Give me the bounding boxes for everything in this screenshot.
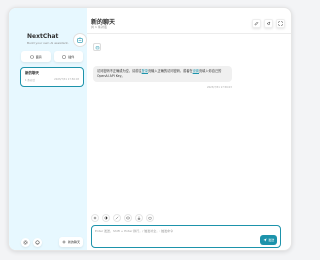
- chat-list-item[interactable]: 新的聊天 1 条对话 2023/7/31 17:56:03: [20, 67, 84, 87]
- brand-subtitle: Build your own AI assistant.: [27, 41, 69, 45]
- toolbar-clear-button[interactable]: [135, 214, 143, 222]
- github-button[interactable]: [33, 237, 42, 247]
- bot-message: 访问密码不正确或为空，请前往登录页输入正确的访问密码，或者在设置页填入你自己的 …: [93, 66, 232, 82]
- github-icon: [35, 240, 40, 244]
- send-icon: [263, 238, 267, 242]
- sidebar-footer: 新的聊天: [21, 237, 83, 247]
- edit-button[interactable]: [252, 19, 261, 28]
- chat-item-title: 新的聊天: [25, 71, 39, 75]
- sidebar-actions: 面具 插件: [21, 51, 83, 62]
- new-chat-label: 新的聊天: [67, 240, 80, 244]
- settings-icon: [93, 216, 97, 220]
- chat-main: 新的聊天 共 1 条对话 访问密码不正确或为空，请前往登录页输入正确的访问密码，…: [87, 8, 291, 250]
- toolbar-model-button[interactable]: [146, 214, 154, 222]
- robot-icon: [148, 217, 152, 220]
- robot-icon: [93, 43, 101, 51]
- message-list: 访问密码不正确或为空，请前往登录页输入正确的访问密码，或者在设置页填入你自己的 …: [87, 34, 291, 210]
- broom-icon: [137, 216, 141, 220]
- mask-button-label: 面具: [35, 54, 42, 59]
- settings-icon: [23, 239, 28, 245]
- toolbar-mask-button[interactable]: [124, 214, 132, 222]
- chat-input-box: 发送: [91, 225, 281, 248]
- app-window: NextChat Build your own AI assistant. 面具…: [8, 7, 292, 251]
- chat-header: 新的聊天 共 1 条对话: [87, 8, 291, 34]
- header-actions: [252, 19, 285, 28]
- prompt-icon: [115, 216, 119, 220]
- share-icon: [266, 21, 271, 26]
- edit-icon: [254, 21, 259, 26]
- chat-input[interactable]: [95, 229, 255, 244]
- add-icon: [62, 240, 66, 244]
- plugin-button[interactable]: 插件: [53, 51, 83, 62]
- sidebar: NextChat Build your own AI assistant. 面具…: [9, 8, 87, 250]
- plugin-icon: [62, 55, 66, 58]
- chat-subtitle: 共 1 条对话: [91, 25, 107, 29]
- toolbar-settings-button[interactable]: [91, 214, 99, 222]
- chat-item-count: 1 条对话: [25, 79, 35, 82]
- chat-item-meta: 1 条对话 2023/7/31 17:56:03: [25, 78, 79, 82]
- send-button[interactable]: 发送: [260, 235, 277, 245]
- input-toolbar: [91, 214, 154, 222]
- expand-icon: [278, 21, 283, 26]
- brand-title: NextChat: [27, 33, 59, 40]
- chat-item-time: 2023/7/31 17:56:03: [54, 78, 79, 81]
- mask-icon: [29, 55, 34, 58]
- brand: NextChat Build your own AI assistant.: [15, 14, 87, 47]
- message-text-1: 访问密码不正确或为空，请前往: [97, 69, 142, 73]
- toolbar-prompt-button[interactable]: [113, 214, 121, 222]
- send-button-label: 发送: [268, 238, 275, 242]
- message-date: 2023/7/31 17:56:03: [207, 86, 232, 89]
- settings-button[interactable]: [21, 237, 30, 247]
- toolbar-theme-button[interactable]: [102, 214, 110, 222]
- mask-button[interactable]: 面具: [21, 51, 51, 62]
- message-text-2: 页输入正确的访问密码，或者在: [148, 69, 193, 73]
- theme-icon: [104, 216, 108, 220]
- fullscreen-button[interactable]: [276, 19, 285, 28]
- robot-icon: [73, 33, 87, 47]
- share-button[interactable]: [264, 19, 273, 28]
- mask-icon: [126, 216, 130, 220]
- plugin-button-label: 插件: [68, 54, 75, 59]
- new-chat-button[interactable]: 新的聊天: [58, 237, 83, 247]
